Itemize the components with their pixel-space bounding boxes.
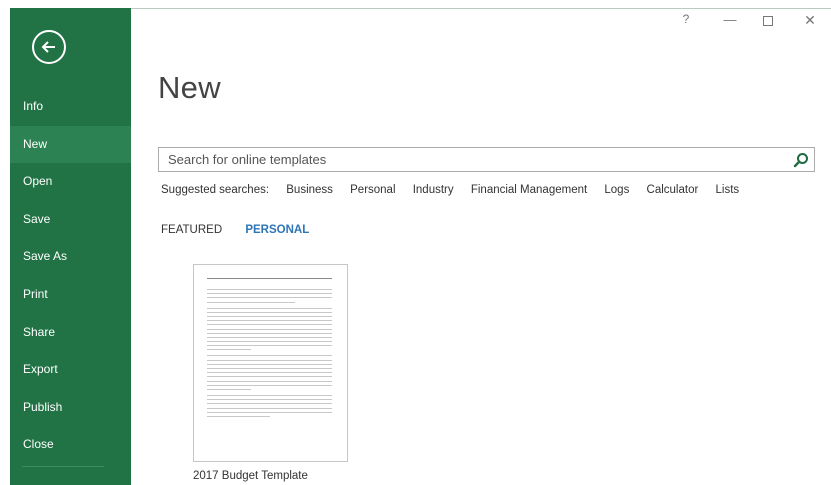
- sidebar-item-close[interactable]: Close: [10, 426, 131, 464]
- suggested-link-personal[interactable]: Personal: [350, 184, 395, 196]
- maximize-button[interactable]: [756, 12, 780, 32]
- sidebar-item-info[interactable]: Info: [10, 88, 131, 126]
- tab-featured[interactable]: FEATURED: [161, 224, 222, 236]
- back-button[interactable]: [32, 30, 66, 64]
- suggested-link-logs[interactable]: Logs: [604, 184, 629, 196]
- search-input[interactable]: [159, 148, 779, 171]
- template-tabs: FEATURED PERSONAL: [161, 224, 329, 236]
- sidebar-item-publish[interactable]: Publish: [10, 389, 131, 427]
- sidebar-item-save-as[interactable]: Save As: [10, 238, 131, 276]
- close-button[interactable]: ✕: [798, 12, 822, 32]
- template-name[interactable]: 2017 Budget Template: [193, 470, 308, 482]
- maximize-icon: [763, 16, 773, 26]
- sidebar-item-new[interactable]: New: [10, 125, 131, 164]
- sidebar-divider: [22, 466, 104, 467]
- sidebar-nav: Info New Open Save Save As Print Share E…: [10, 88, 131, 464]
- sidebar-item-print[interactable]: Print: [10, 276, 131, 314]
- sidebar-item-export[interactable]: Export: [10, 351, 131, 389]
- template-preview: [207, 278, 332, 420]
- suggested-link-industry[interactable]: Industry: [413, 184, 454, 196]
- tab-personal[interactable]: PERSONAL: [245, 224, 309, 236]
- suggested-searches-label: Suggested searches:: [161, 184, 270, 196]
- help-button[interactable]: ?: [674, 12, 698, 32]
- back-arrow-icon: [41, 41, 55, 53]
- minimize-button[interactable]: —: [718, 12, 742, 32]
- suggested-link-business[interactable]: Business: [286, 184, 333, 196]
- sidebar-item-share[interactable]: Share: [10, 314, 131, 352]
- template-thumbnail[interactable]: [193, 264, 348, 462]
- page-title: New: [158, 70, 221, 105]
- backstage-sidebar: Info New Open Save Save As Print Share E…: [10, 8, 131, 485]
- suggested-link-calculator[interactable]: Calculator: [647, 184, 699, 196]
- sidebar-item-save[interactable]: Save: [10, 201, 131, 239]
- template-search-box: [158, 147, 815, 172]
- suggested-link-financial-management[interactable]: Financial Management: [471, 184, 587, 196]
- title-bar-border: [131, 8, 831, 9]
- search-icon[interactable]: [793, 152, 809, 168]
- suggested-link-lists[interactable]: Lists: [716, 184, 740, 196]
- sidebar-item-open[interactable]: Open: [10, 163, 131, 201]
- suggested-searches: Suggested searches: Business Personal In…: [161, 184, 753, 196]
